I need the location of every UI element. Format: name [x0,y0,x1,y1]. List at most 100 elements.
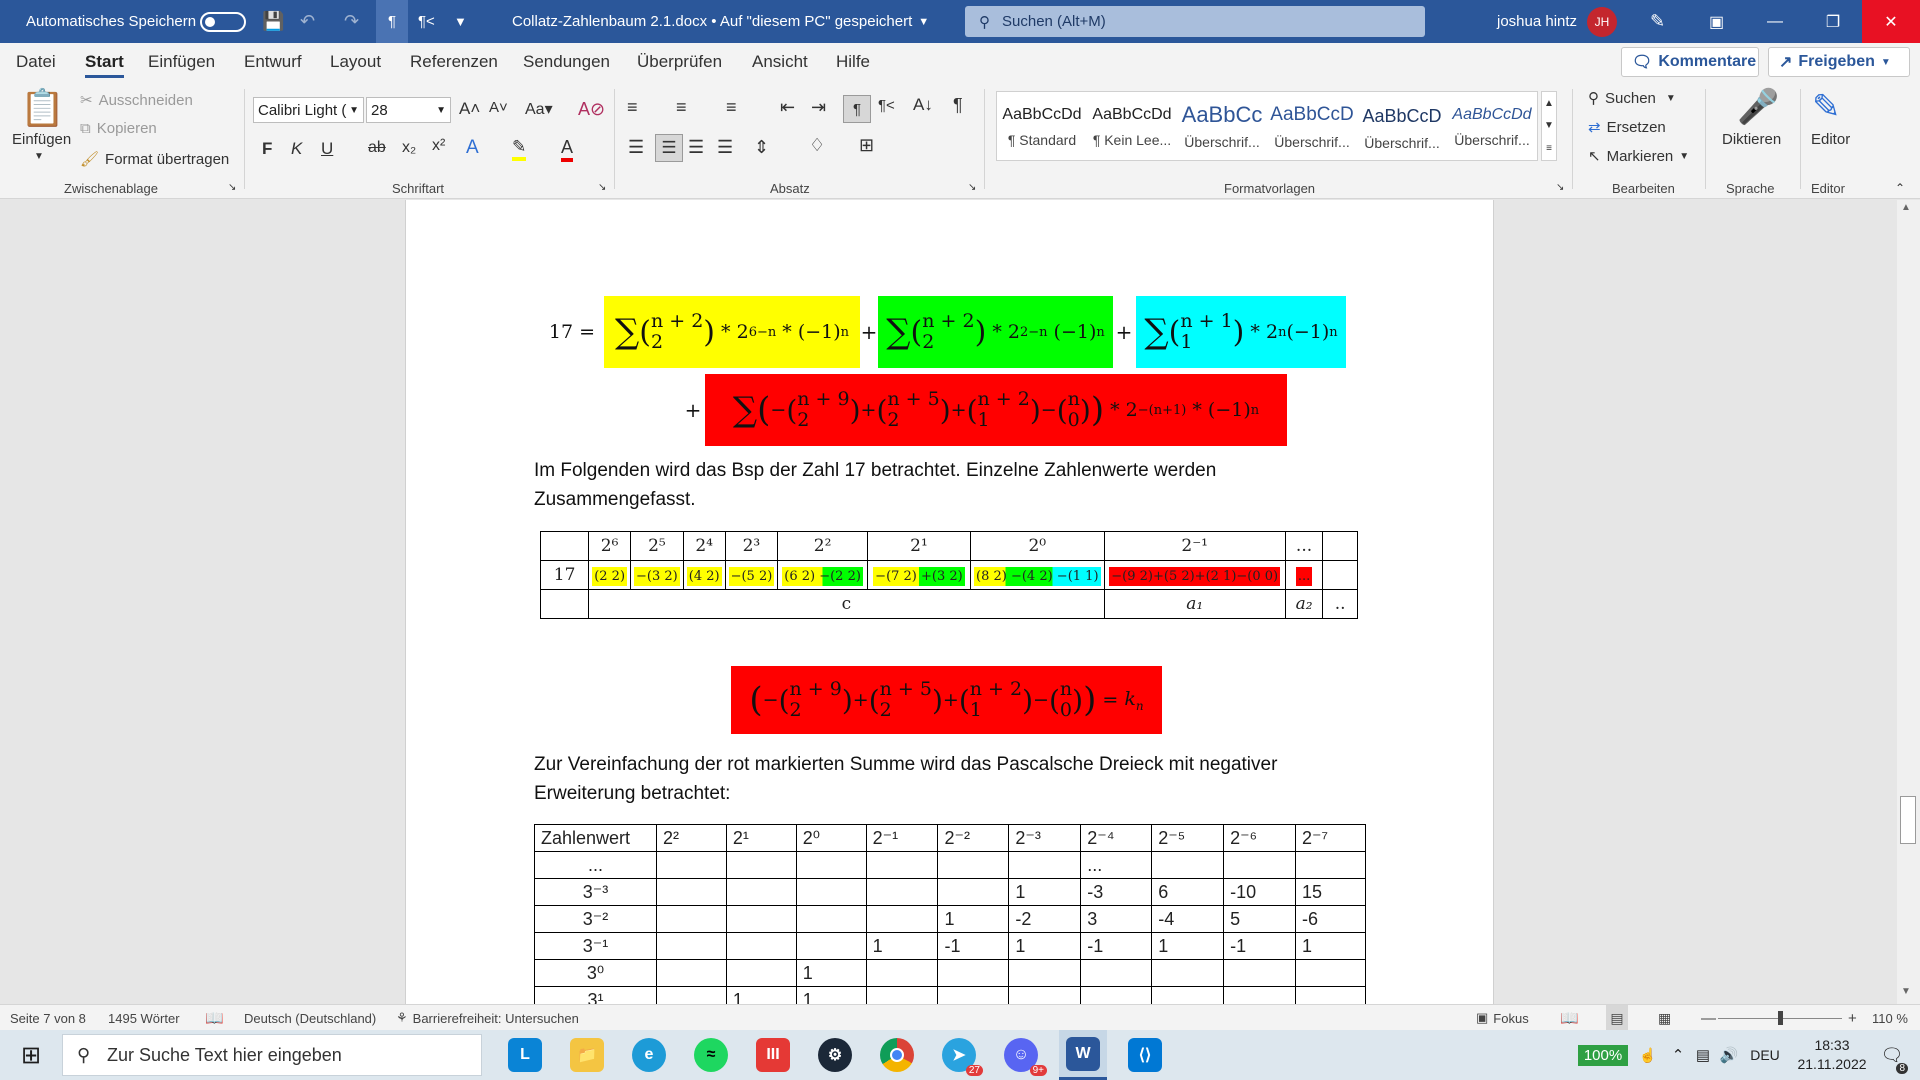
tab-referenzen[interactable]: Referenzen [410,43,498,81]
tab-ueberpruefen[interactable]: Überprüfen [637,43,722,81]
autosave-toggle[interactable] [200,0,246,43]
select-button[interactable]: ↖ Markieren ▼ [1588,147,1689,166]
scroll-up-icon[interactable]: ▲ [1901,202,1911,213]
dictate-button[interactable]: Diktieren [1722,131,1781,148]
windows-start-icon[interactable]: ⊞ [14,1030,48,1080]
proofing-icon[interactable]: 📖 [205,1005,224,1031]
multilevel-list-icon[interactable]: ≡ [726,97,737,118]
change-case-icon[interactable]: Aa▾ [525,99,553,119]
vscode-icon[interactable]: ⟨⟩ [1123,1030,1167,1080]
notification-center-icon[interactable]: 🗨 8 [1872,1030,1912,1080]
copy-button[interactable]: ⧉ Kopieren [80,120,157,137]
rtl-direction-icon[interactable]: ¶< [878,97,895,114]
cut-button[interactable]: ✂ Ausschneiden [80,91,193,110]
rtl-paragraph-icon[interactable]: ¶< [418,0,435,43]
paste-dropdown-icon[interactable]: ▼ [34,151,44,162]
scroll-down-icon[interactable]: ▼ [1901,986,1911,997]
language-indicator[interactable]: Deutsch (Deutschland) [244,1005,376,1031]
ribbon-display-icon[interactable]: ▣ [1709,0,1724,43]
style-standard[interactable]: AaBbCcDd ¶ Standard [997,92,1087,162]
style-heading-2[interactable]: AaBbCcD Überschrif... [1267,92,1357,162]
media-app-icon[interactable]: III [753,1030,793,1080]
spotify-icon[interactable]: ≈ [691,1030,731,1080]
microphone-icon[interactable]: 🎤 [1737,87,1779,127]
zoom-slider[interactable] [1718,1005,1842,1031]
zoom-out-icon[interactable]: — [1701,1005,1716,1031]
user-name[interactable]: joshua hintz [1497,0,1577,43]
touch-icon[interactable]: ☝ [1639,1030,1656,1080]
tab-entwurf[interactable]: Entwurf [244,43,302,81]
zoom-slider-thumb[interactable] [1778,1010,1783,1025]
editor-button[interactable]: Editor [1811,131,1850,148]
restore-button[interactable]: ❐ [1804,0,1862,43]
borders-icon[interactable]: ⊞ [859,135,874,156]
pen-icon[interactable]: ✎ [1650,0,1665,43]
battery-indicator[interactable]: 100% [1577,1030,1629,1080]
italic-icon[interactable]: K [291,139,302,159]
page-indicator[interactable]: Seite 7 von 8 [10,1005,86,1031]
increase-indent-icon[interactable]: ⇥ [811,97,826,118]
share-button[interactable]: ↗ Freigeben ▼ [1768,47,1910,77]
undo-icon[interactable]: ↶ [300,0,315,43]
justify-icon[interactable]: ☰ [717,137,733,158]
clipboard-launcher-icon[interactable]: ↘ [228,182,236,193]
tab-ansicht[interactable]: Ansicht [752,43,808,81]
word-icon[interactable]: W [1059,1030,1107,1080]
tray-chevron-icon[interactable]: ⌃ [1668,1030,1688,1080]
app-lexikon-icon[interactable]: L [505,1030,545,1080]
clear-formatting-icon[interactable]: A⊘ [578,99,605,120]
grow-font-icon[interactable]: A˄ [459,99,480,119]
format-painter-button[interactable]: 🖌 Format übertragen [80,150,229,169]
paragraph-launcher-icon[interactable]: ↘ [968,182,976,193]
network-icon[interactable]: ▤ [1692,1030,1714,1080]
taskbar-search[interactable]: ⚲ Zur Suche Text hier eingeben [62,1034,482,1076]
zoom-in-icon[interactable]: + [1848,1005,1857,1031]
accessibility-button[interactable]: ⚘ Barrierefreiheit: Untersuchen [396,1005,579,1031]
style-no-spacing[interactable]: AaBbCcDd ¶ Kein Lee... [1087,92,1177,162]
font-name-combo[interactable]: Calibri Light (▼ [253,97,364,123]
styles-scroll-icon[interactable]: ▲ ▼ ≡ [1541,91,1557,161]
focus-button[interactable]: ▣ Fokus [1476,1005,1529,1031]
zoom-level[interactable]: 110 % [1872,1005,1908,1031]
ltr-paragraph-icon[interactable]: ¶ [843,95,871,123]
font-color-icon[interactable]: A [561,137,574,162]
tab-start[interactable]: Start [85,43,124,81]
paste-button[interactable]: Einfügen [12,131,71,148]
chrome-icon[interactable] [877,1030,917,1080]
comments-button[interactable]: 🗨 Kommentare [1621,47,1759,77]
close-button[interactable]: ✕ [1862,0,1920,43]
font-launcher-icon[interactable]: ↘ [598,182,606,193]
vertical-scrollbar[interactable]: ▲ ▼ [1897,200,1920,1004]
shading-icon[interactable]: ♢ [809,135,825,156]
telegram-icon[interactable]: ➤ 27 [939,1030,983,1080]
style-heading-1[interactable]: AaBbCc Überschrif... [1177,92,1267,162]
edge-icon[interactable]: e [629,1030,669,1080]
file-explorer-icon[interactable]: 📁 [567,1030,607,1080]
decrease-indent-icon[interactable]: ⇤ [780,97,795,118]
align-center-icon[interactable]: ☰ [655,134,683,162]
word-count[interactable]: 1495 Wörter [108,1005,180,1031]
document-page[interactable]: 17 = ∑(n + 2 2) * 2 6−n * (−1) n ∑(n + 2 2) … [405,200,1494,1004]
style-heading-4[interactable]: AaBbCcDd Überschrif... [1447,92,1537,162]
superscript-icon[interactable]: x² [432,137,445,155]
styles-launcher-icon[interactable]: ↘ [1556,182,1564,193]
strikethrough-icon[interactable]: ab [368,139,386,157]
customize-qat-icon[interactable]: ▼ [454,0,467,43]
highlight-icon[interactable]: ✎ [512,137,527,161]
search-box[interactable]: ⚲ Suchen (Alt+M) [965,6,1425,37]
tab-einfuegen[interactable]: Einfügen [148,43,215,81]
bullets-icon[interactable]: ≡ [627,97,638,118]
bold-icon[interactable]: F [262,139,272,159]
save-icon[interactable]: 💾 [262,0,284,43]
subscript-icon[interactable]: x₂ [402,139,416,157]
sort-icon[interactable]: A↓ [913,95,933,115]
tab-datei[interactable]: Datei [16,43,56,81]
show-formatting-ltr-icon[interactable]: ¶ [376,0,408,43]
underline-icon[interactable]: U [321,139,333,159]
tab-layout[interactable]: Layout [330,43,381,81]
tab-sendungen[interactable]: Sendungen [523,43,610,81]
font-size-combo[interactable]: 28 ▼ [366,97,451,123]
align-left-icon[interactable]: ☰ [628,137,644,158]
collapse-ribbon-icon[interactable]: ⌃ [1895,181,1905,195]
tab-hilfe[interactable]: Hilfe [836,43,870,81]
